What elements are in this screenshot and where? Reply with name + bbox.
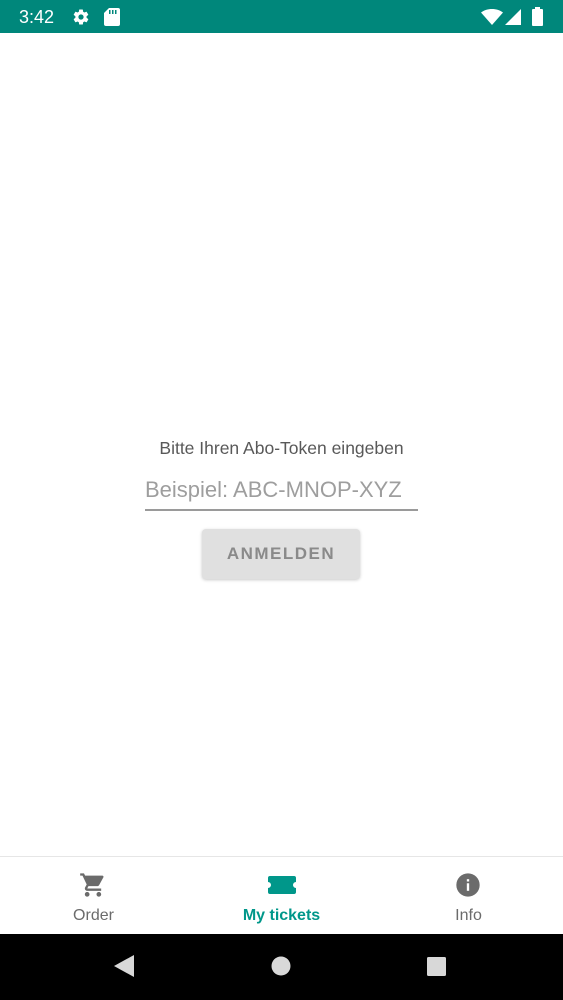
nav-label-info: Info [455,907,482,924]
status-time: 3:42 [19,7,55,27]
token-prompt: Bitte Ihren Abo-Token eingeben [159,438,404,458]
nav-item-info[interactable]: Info [375,857,562,935]
sd-card-icon [104,8,120,26]
nav-label-my-tickets: My tickets [242,907,321,924]
nav-label-order: Order [73,907,114,924]
system-navigation-bar [0,934,563,1000]
info-icon [456,873,480,897]
battery-icon [532,7,543,26]
recents-icon[interactable] [427,957,446,976]
nav-item-my-tickets[interactable]: My tickets [188,857,375,935]
back-icon[interactable] [113,954,135,978]
home-icon[interactable] [271,956,291,976]
nav-item-order[interactable]: Order [0,857,187,935]
signal-icon [505,9,521,25]
status-bar: 3:42 [0,0,563,33]
gear-icon [73,9,89,25]
token-input[interactable] [145,473,418,511]
cart-icon [80,873,104,897]
bottom-navigation: Order My tickets Info [0,856,563,934]
login-button[interactable]: ANMELDEN [202,529,360,579]
main-content: Bitte Ihren Abo-Token eingeben ANMELDEN [0,33,563,856]
wifi-icon [481,9,503,25]
ticket-icon [268,876,296,894]
